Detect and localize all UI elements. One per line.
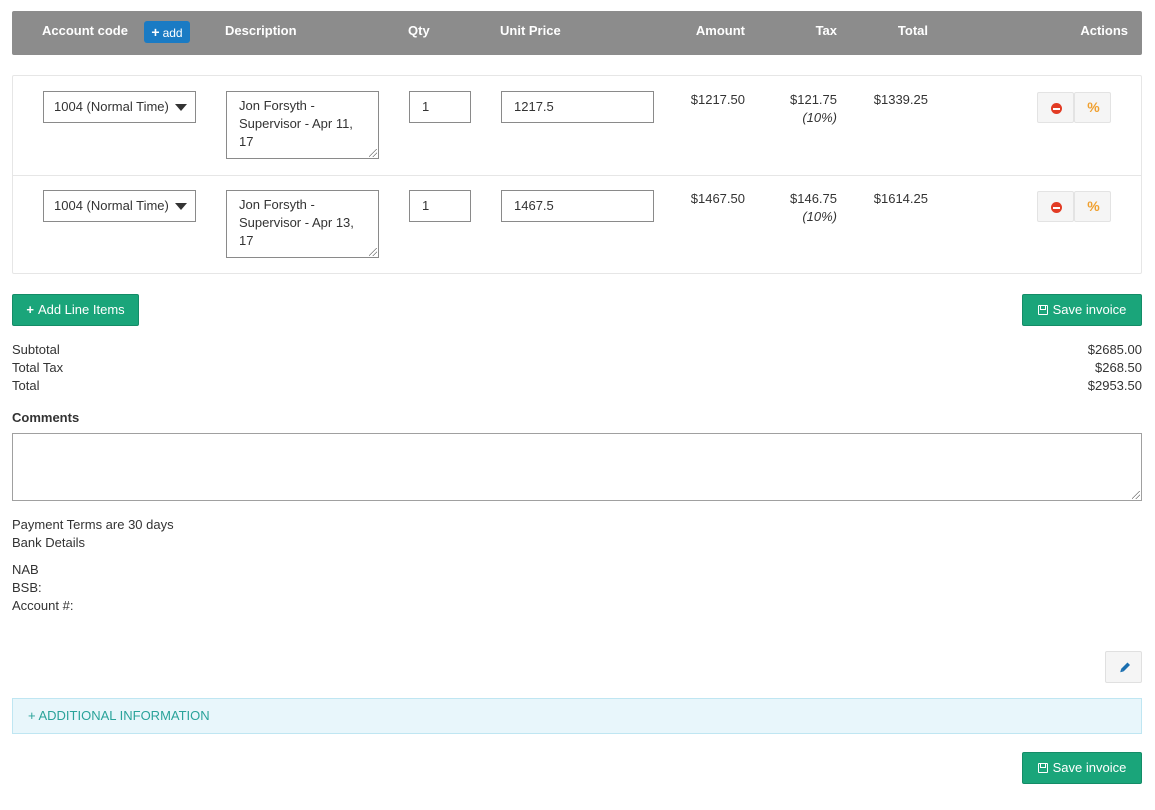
description-line: Jon Forsyth - [239, 98, 315, 113]
floppy-disk-icon [1037, 305, 1048, 315]
total-tax-label: Total Tax [12, 360, 64, 375]
add-account-code-button[interactable]: + add [144, 21, 190, 43]
add-account-code-label: add [162, 26, 183, 40]
percent-icon: % [1087, 99, 1100, 115]
account-code-value: 1004 (Normal Time) [54, 198, 169, 213]
add-line-items-button[interactable]: + Add Line Items [12, 294, 139, 326]
header-description: Description [225, 23, 297, 38]
add-line-items-label: Add Line Items [37, 302, 125, 317]
discount-button[interactable]: % [1074, 191, 1111, 222]
caret-down-icon [175, 203, 187, 210]
header-total: Total [897, 23, 928, 38]
tax-value: $146.75 [790, 191, 837, 206]
line-items-panel: 1004 (Normal Time) Jon Forsyth - Supervi… [12, 75, 1142, 274]
plus-icon: + [151, 24, 160, 40]
line-item-row: 1004 (Normal Time) Jon Forsyth - Supervi… [13, 175, 1141, 274]
description-textarea[interactable]: Jon Forsyth - Supervisor - Apr 11, 17 [226, 91, 379, 159]
bank-details-text: Bank Details [12, 535, 85, 550]
additional-information-toggle[interactable]: + ADDITIONAL INFORMATION [12, 698, 1142, 734]
description-line: Supervisor - Apr 11, [239, 116, 353, 131]
resize-grip-icon[interactable] [369, 248, 377, 256]
discount-button[interactable]: % [1074, 92, 1111, 123]
amount-value: $1467.50 [690, 191, 745, 206]
total-tax-value: $268.50 [1095, 360, 1142, 375]
description-line: Jon Forsyth - [239, 197, 315, 212]
account-code-select[interactable]: 1004 (Normal Time) [43, 190, 196, 222]
save-invoice-label: Save invoice [1052, 302, 1127, 317]
subtotal-label: Subtotal [12, 342, 60, 357]
comments-textarea[interactable] [12, 433, 1142, 501]
account-code-value: 1004 (Normal Time) [54, 99, 169, 114]
floppy-disk-icon [1037, 763, 1048, 773]
save-invoice-bottom-button[interactable]: Save invoice [1022, 752, 1142, 784]
save-invoice-bottom-label: Save invoice [1052, 760, 1127, 775]
bank-name-text: NAB [12, 562, 39, 577]
resize-grip-icon[interactable] [1132, 491, 1140, 499]
plus-icon: + [26, 302, 34, 317]
unit-price-input[interactable]: 1217.5 [501, 91, 654, 123]
total-label: Total [12, 378, 40, 393]
percent-icon: % [1087, 198, 1100, 214]
resize-grip-icon[interactable] [369, 149, 377, 157]
delete-line-button[interactable] [1037, 191, 1074, 222]
payment-terms-text: Payment Terms are 30 days [12, 517, 174, 532]
account-number-text: Account #: [12, 598, 74, 613]
save-invoice-button[interactable]: Save invoice [1022, 294, 1142, 326]
description-line: Supervisor - Apr 13, [239, 215, 354, 230]
delete-line-button[interactable] [1037, 92, 1074, 123]
minus-circle-icon [1051, 202, 1062, 213]
header-amount: Amount [695, 23, 745, 38]
bsb-text: BSB: [12, 580, 42, 595]
caret-down-icon [175, 104, 187, 111]
tax-value: $121.75 [790, 92, 837, 107]
amount-value: $1217.50 [690, 92, 745, 107]
minus-circle-icon [1051, 103, 1062, 114]
header-unit-price: Unit Price [500, 23, 561, 38]
header-actions: Actions [1080, 23, 1128, 38]
subtotal-value: $2685.00 [1087, 342, 1142, 357]
header-account-code: Account code [42, 23, 128, 38]
qty-input[interactable]: 1 [409, 91, 471, 123]
qty-input[interactable]: 1 [409, 190, 471, 222]
total-value: $1339.25 [873, 92, 928, 107]
edit-terms-button[interactable] [1105, 651, 1142, 683]
tax-rate: (10%) [802, 110, 837, 125]
line-items-header: Account code + add Description Qty Unit P… [12, 11, 1142, 55]
total-value: $1614.25 [873, 191, 928, 206]
tax-rate: (10%) [802, 209, 837, 224]
total-value: $2953.50 [1087, 378, 1142, 393]
unit-price-input[interactable]: 1467.5 [501, 190, 654, 222]
description-textarea[interactable]: Jon Forsyth - Supervisor - Apr 13, 17 [226, 190, 379, 258]
account-code-select[interactable]: 1004 (Normal Time) [43, 91, 196, 123]
description-line: 17 [239, 233, 254, 248]
header-tax: Tax [815, 23, 837, 38]
header-qty: Qty [408, 23, 430, 38]
description-line: 17 [239, 134, 254, 149]
pencil-icon [1120, 662, 1131, 673]
comments-label: Comments [12, 410, 80, 425]
line-item-row: 1004 (Normal Time) Jon Forsyth - Supervi… [13, 76, 1141, 175]
